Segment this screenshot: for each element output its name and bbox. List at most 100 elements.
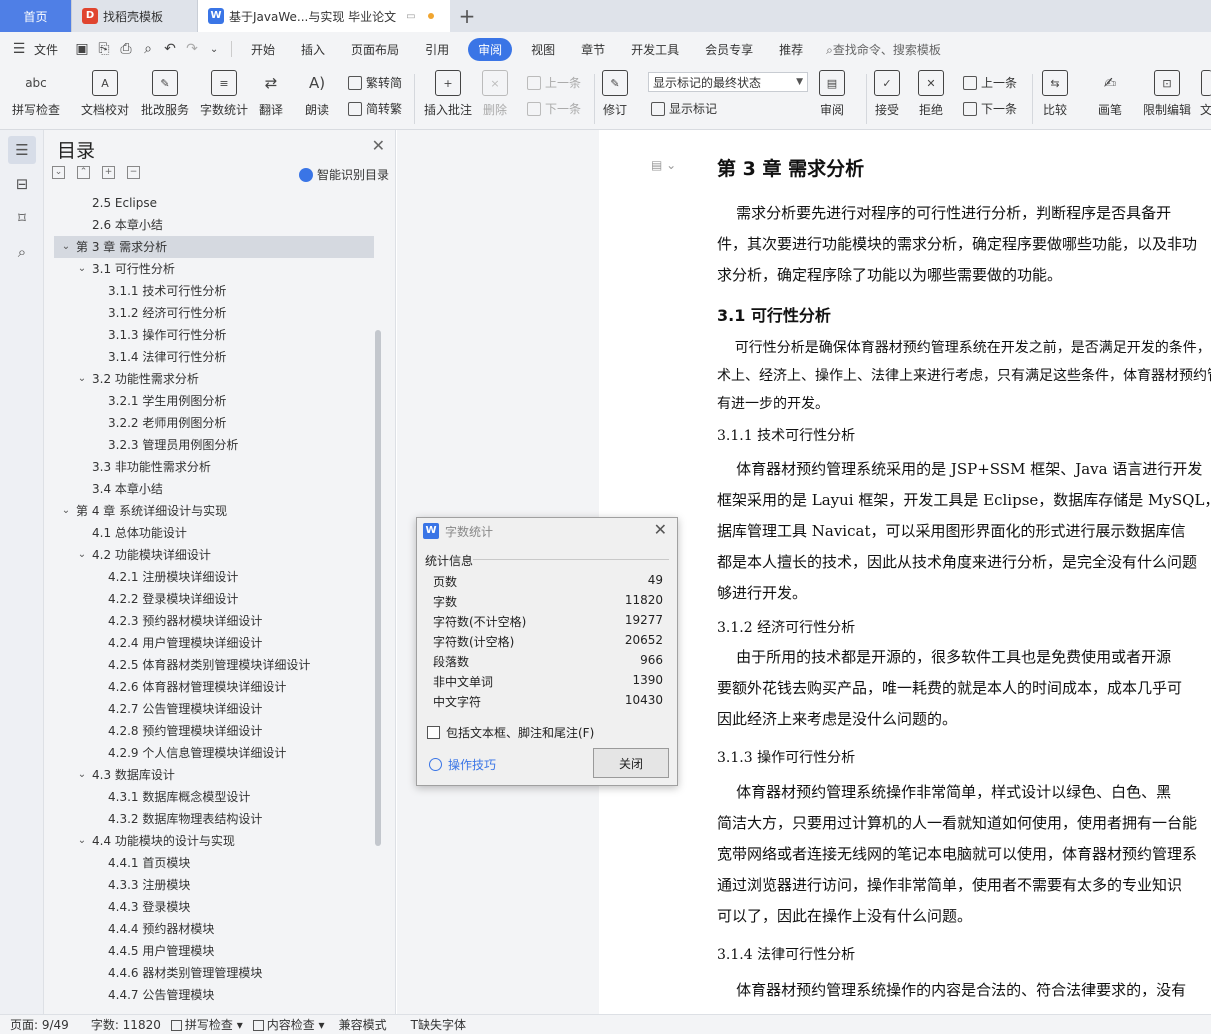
menu-references[interactable]: 引用 bbox=[412, 41, 462, 58]
print-icon[interactable]: ⎙ bbox=[115, 41, 137, 57]
toc-item[interactable]: 3.1.3 操作可行性分析 bbox=[54, 324, 374, 346]
monitor-icon[interactable]: ▭ bbox=[406, 11, 415, 22]
dialog-titlebar[interactable]: W 字数统计 ✕ bbox=[417, 518, 677, 544]
ribbon-more-button[interactable]: 文 bbox=[1200, 70, 1211, 118]
compare-button[interactable]: ⇆ 比较 bbox=[1042, 70, 1068, 118]
menu-recommend[interactable]: 推荐 bbox=[766, 41, 816, 58]
tab-template[interactable]: D 找稻壳模板 bbox=[72, 0, 198, 32]
spell-check-status[interactable]: 拼写检查 ▾ bbox=[170, 1016, 243, 1033]
translate-button[interactable]: ⇄ 翻译 bbox=[258, 70, 284, 118]
chevron-down-icon[interactable]: ⌄ bbox=[76, 764, 88, 786]
toc-item[interactable]: 3.1.4 法律可行性分析 bbox=[54, 346, 374, 368]
remove-heading-icon[interactable]: − bbox=[127, 166, 140, 179]
toc-item[interactable]: ⌄ 4.3 数据库设计 bbox=[54, 764, 374, 786]
tab-home[interactable]: 首页 bbox=[0, 0, 72, 32]
hamburger-icon[interactable]: ☰ bbox=[8, 41, 30, 57]
toc-item[interactable]: 3.4 本章小结 bbox=[54, 478, 374, 500]
chevron-down-icon[interactable]: ⌄ bbox=[60, 236, 72, 258]
toc-item[interactable]: ⌄ 4.2 功能模块详细设计 bbox=[54, 544, 374, 566]
command-search[interactable]: ⌕查找命令、搜索模板 bbox=[826, 41, 941, 58]
menu-start[interactable]: 开始 bbox=[238, 41, 288, 58]
toc-item[interactable]: ⌄ 第 4 章 系统详细设计与实现 bbox=[54, 500, 374, 522]
bookmark-icon[interactable]: ⌑ bbox=[8, 204, 36, 232]
chevron-down-icon[interactable]: ⌄ bbox=[76, 368, 88, 390]
simp-to-trad-button[interactable]: 简转繁 bbox=[348, 100, 402, 117]
new-tab-button[interactable]: + bbox=[450, 0, 484, 32]
toc-item[interactable]: 4.2.5 体育器材类别管理模块详细设计 bbox=[54, 654, 374, 676]
word-count-button[interactable]: ≡ 字数统计 bbox=[200, 70, 248, 118]
close-icon[interactable]: ✕ bbox=[372, 136, 385, 155]
add-heading-icon[interactable]: + bbox=[102, 166, 115, 179]
toc-scrollbar[interactable] bbox=[375, 330, 381, 846]
save-icon[interactable]: ▣ bbox=[71, 41, 93, 57]
more-chevron-icon[interactable]: ⌄ bbox=[203, 44, 225, 55]
menu-insert[interactable]: 插入 bbox=[288, 41, 338, 58]
prev-comment-button[interactable]: 上一条 bbox=[527, 74, 581, 91]
prev-change-button[interactable]: 上一条 bbox=[963, 74, 1017, 91]
toc-item[interactable]: 3.2.1 学生用例图分析 bbox=[54, 390, 374, 412]
menu-chapter[interactable]: 章节 bbox=[568, 41, 618, 58]
expand-all-icon[interactable]: ⌄ bbox=[52, 166, 65, 179]
collapse-all-icon[interactable]: ⌃ bbox=[77, 166, 90, 179]
print-preview-icon[interactable]: ⌕ bbox=[137, 41, 159, 57]
toc-item[interactable]: 4.2.9 个人信息管理模块详细设计 bbox=[54, 742, 374, 764]
review-pane-button[interactable]: ▤ 审阅 bbox=[819, 70, 845, 118]
document-page[interactable]: ▤ ⌄ 第 3 章 需求分析 需求分析要先进行对程序的可行性进行分析，判断程序是… bbox=[599, 130, 1211, 1014]
toc-item[interactable]: 4.4.5 用户管理模块 bbox=[54, 940, 374, 962]
toc-icon[interactable]: ☰ bbox=[8, 136, 36, 164]
toc-item[interactable]: 4.2.3 预约器材模块详细设计 bbox=[54, 610, 374, 632]
doc-proofread-button[interactable]: A 文档校对 bbox=[81, 70, 129, 118]
missing-font-button[interactable]: T缺失字体 bbox=[411, 1016, 466, 1033]
smart-toc-button[interactable]: 智能识别目录 bbox=[298, 166, 389, 183]
toc-item[interactable]: 4.4.7 公告管理模块 bbox=[54, 984, 374, 1006]
undo-icon[interactable]: ↶ bbox=[159, 41, 181, 57]
close-button[interactable]: 关闭 bbox=[593, 748, 669, 778]
track-changes-button[interactable]: ✎ 修订 bbox=[602, 70, 628, 118]
show-markup-button[interactable]: 显示标记 bbox=[651, 100, 717, 117]
search-icon[interactable]: ⌕ bbox=[8, 238, 36, 266]
chevron-down-icon[interactable]: ⌄ bbox=[76, 544, 88, 566]
word-count-indicator[interactable]: 字数: 11820 bbox=[91, 1016, 161, 1033]
menu-developer[interactable]: 开发工具 bbox=[618, 41, 692, 58]
chevron-down-icon[interactable]: ⌄ bbox=[76, 258, 88, 280]
toc-item[interactable]: 4.4.4 预约器材模块 bbox=[54, 918, 374, 940]
next-comment-button[interactable]: 下一条 bbox=[527, 100, 581, 117]
toc-item[interactable]: 4.2.2 登录模块详细设计 bbox=[54, 588, 374, 610]
document-outline-icon[interactable]: ▤ ⌄ bbox=[651, 158, 676, 172]
chevron-down-icon[interactable]: ⌄ bbox=[76, 830, 88, 852]
toc-item[interactable]: 4.3.2 数据库物理表结构设计 bbox=[54, 808, 374, 830]
reject-button[interactable]: ✕ 拒绝 bbox=[918, 70, 944, 118]
accept-button[interactable]: ✓ 接受 bbox=[874, 70, 900, 118]
batch-service-button[interactable]: ✎ 批改服务 bbox=[141, 70, 189, 118]
toc-item[interactable]: 4.3.3 注册模块 bbox=[54, 874, 374, 896]
toc-item[interactable]: 2.6 本章小结 bbox=[54, 214, 374, 236]
content-check-status[interactable]: 内容检查 ▾ bbox=[252, 1016, 325, 1033]
menu-layout[interactable]: 页面布局 bbox=[338, 41, 412, 58]
trad-to-simp-button[interactable]: 繁转简 bbox=[348, 74, 402, 91]
toc-item[interactable]: 3.1.2 经济可行性分析 bbox=[54, 302, 374, 324]
page-indicator[interactable]: 页面: 9/49 bbox=[10, 1016, 69, 1033]
toc-item[interactable]: 4.2.7 公告管理模块详细设计 bbox=[54, 698, 374, 720]
toc-item[interactable]: 4.2.8 预约管理模块详细设计 bbox=[54, 720, 374, 742]
toc-item[interactable]: ⌄ 3.1 可行性分析 bbox=[54, 258, 374, 280]
toc-item[interactable]: 4.1 总体功能设计 bbox=[54, 522, 374, 544]
toc-item[interactable]: 3.2.2 老师用例图分析 bbox=[54, 412, 374, 434]
read-aloud-button[interactable]: A) 朗读 bbox=[304, 70, 330, 118]
menu-view[interactable]: 视图 bbox=[518, 41, 568, 58]
spell-check-button[interactable]: abc 拼写检查 bbox=[12, 70, 60, 118]
menu-member[interactable]: 会员专享 bbox=[692, 41, 766, 58]
toc-item[interactable]: ⌄ 3.2 功能性需求分析 bbox=[54, 368, 374, 390]
toc-item[interactable]: 4.4.6 器材类别管理管理模块 bbox=[54, 962, 374, 984]
delete-comment-button[interactable]: × 删除 bbox=[482, 70, 508, 118]
chapter-nav-icon[interactable]: ⊟ bbox=[8, 170, 36, 198]
toc-item[interactable]: 4.2.4 用户管理模块详细设计 bbox=[54, 632, 374, 654]
menu-file[interactable]: 文件 bbox=[30, 41, 71, 58]
pen-button[interactable]: ✍ 画笔 bbox=[1097, 70, 1123, 118]
tab-document[interactable]: W 基于JavaWe...与实现 毕业论文 ▭ bbox=[198, 0, 450, 32]
markup-display-select[interactable]: 显示标记的最终状态 ▼ bbox=[648, 72, 808, 92]
next-change-button[interactable]: 下一条 bbox=[963, 100, 1017, 117]
tips-link[interactable]: 操作技巧 bbox=[429, 756, 496, 773]
toc-item[interactable]: 4.2.6 体育器材管理模块详细设计 bbox=[54, 676, 374, 698]
redo-icon[interactable]: ↷ bbox=[181, 41, 203, 57]
toc-item[interactable]: 3.2.3 管理员用例图分析 bbox=[54, 434, 374, 456]
